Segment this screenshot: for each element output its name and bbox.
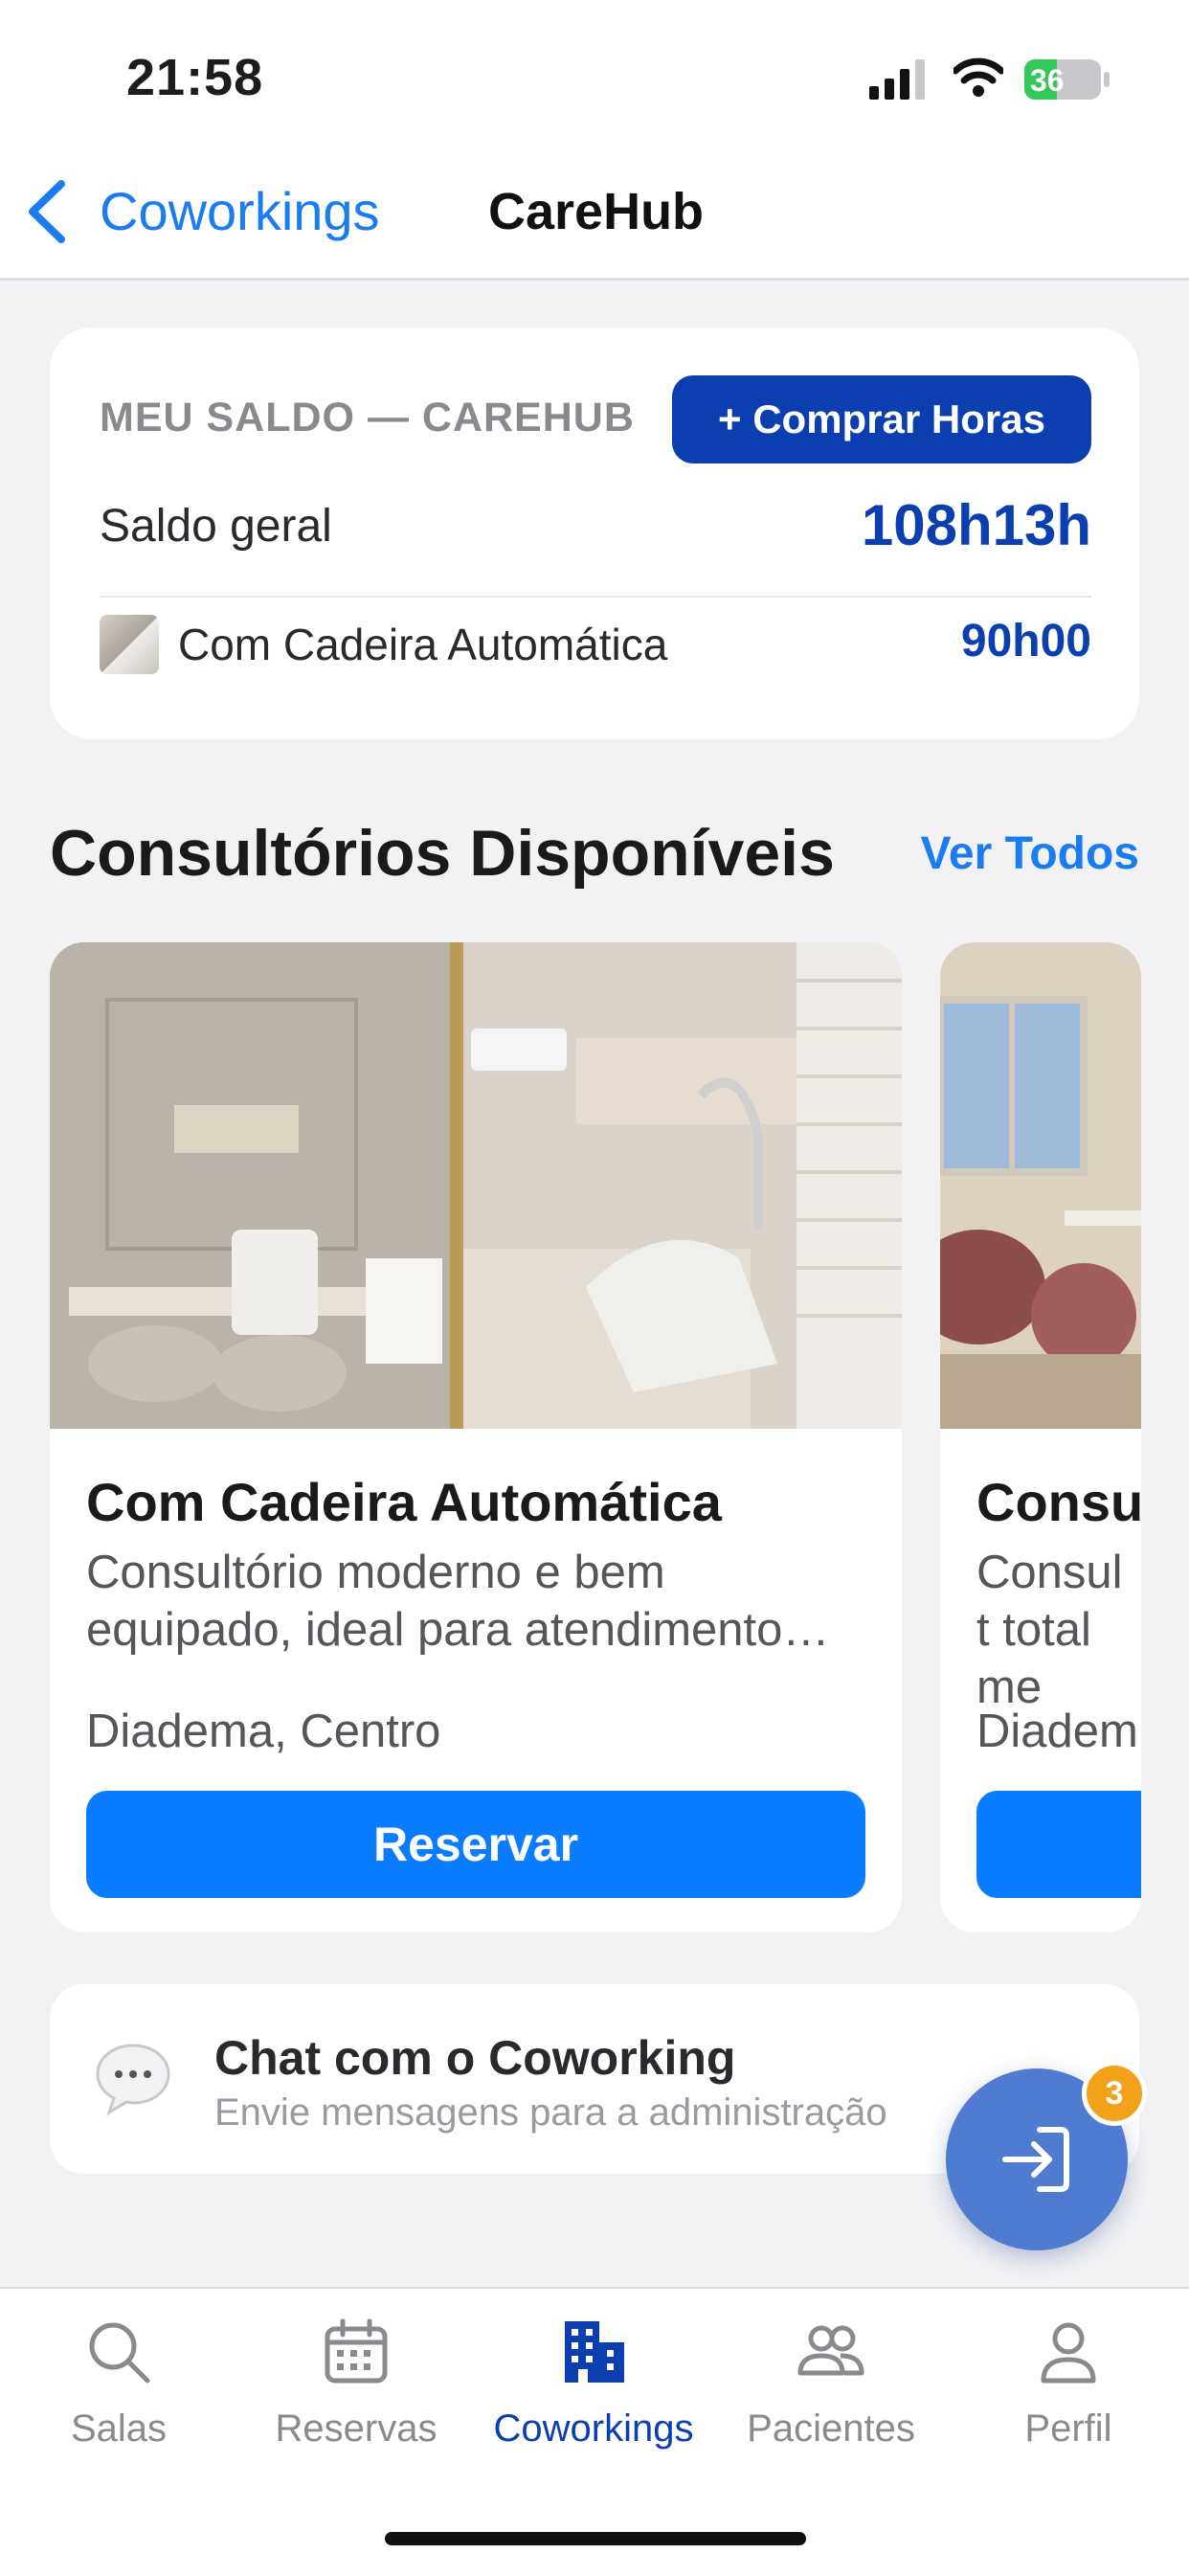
balance-title: MEU SALDO — CAREHUB	[100, 395, 635, 441]
room-thumbnail	[100, 615, 159, 674]
chat-subtitle: Envie mensagens para a administração	[214, 2091, 887, 2134]
calendar-icon	[325, 2318, 388, 2384]
room-description-line: Consult totalme	[976, 1547, 1123, 1713]
building-icon	[565, 2321, 624, 2383]
tab-salas[interactable]: Salas	[0, 2317, 237, 2451]
battery-icon: 36	[1024, 57, 1110, 102]
room-location: Diadem	[976, 1706, 1138, 1757]
notification-badge: 3	[1082, 2061, 1147, 2126]
tab-label: Reservas	[275, 2407, 437, 2450]
tab-label: Perfil	[1024, 2407, 1112, 2450]
tab-label: Salas	[70, 2407, 168, 2450]
room-description: Consult totalme	[976, 1544, 1141, 1716]
see-all-link[interactable]: Ver Todos	[921, 827, 1140, 880]
tab-coworkings[interactable]: Coworkings	[475, 2317, 712, 2451]
back-button[interactable]: Coworkings	[100, 180, 380, 242]
room-card[interactable]: Com Cadeira Automática Consultório moder…	[50, 942, 902, 1932]
room-location: Diadema, Centro	[86, 1706, 441, 1757]
chevron-left-icon[interactable]	[25, 178, 67, 245]
tab-label: Pacientes	[747, 2407, 915, 2450]
general-balance-value: 108h13h	[861, 493, 1091, 557]
room-balance-label: Com Cadeira Automática	[178, 620, 668, 669]
people-icon	[797, 2325, 864, 2376]
page-title: CareHub	[488, 183, 705, 240]
room-name: Com Cadeira Automática	[86, 1472, 722, 1532]
tab-reservas[interactable]: Reservas	[237, 2317, 475, 2451]
room-balance-value: 90h00	[960, 616, 1091, 667]
cellular-signal-icon	[869, 59, 925, 100]
reserve-button[interactable]: Reservar	[976, 1791, 1141, 1898]
room-name: Consu	[976, 1472, 1141, 1532]
room-photo	[50, 942, 902, 1429]
general-balance-label: Saldo geral	[100, 501, 332, 552]
wifi-icon	[953, 57, 1003, 97]
room-card[interactable]: Consu Consult totalme Diadem Reservar	[940, 942, 1141, 1932]
person-icon	[1041, 2322, 1096, 2384]
chat-title: Chat com o Coworking	[214, 2031, 736, 2085]
tab-label: Coworkings	[493, 2407, 694, 2450]
chat-bubble-icon	[96, 2044, 170, 2116]
tab-perfil[interactable]: Perfil	[950, 2317, 1187, 2451]
reserve-button[interactable]: Reservar	[86, 1791, 865, 1898]
home-indicator	[385, 2532, 806, 2545]
buy-hours-button[interactable]: + Comprar Horas	[672, 375, 1091, 463]
tab-pacientes[interactable]: Pacientes	[712, 2317, 950, 2451]
login-icon[interactable]	[998, 2122, 1074, 2197]
room-description: Consultório moderno e bem equipado, idea…	[86, 1547, 830, 1656]
battery-level: 36	[1030, 63, 1065, 98]
status-time: 21:58	[126, 49, 264, 106]
room-photo	[940, 942, 1141, 1429]
search-icon	[89, 2322, 150, 2384]
section-title: Consultórios Disponíveis	[50, 817, 835, 890]
divider	[100, 596, 1091, 598]
